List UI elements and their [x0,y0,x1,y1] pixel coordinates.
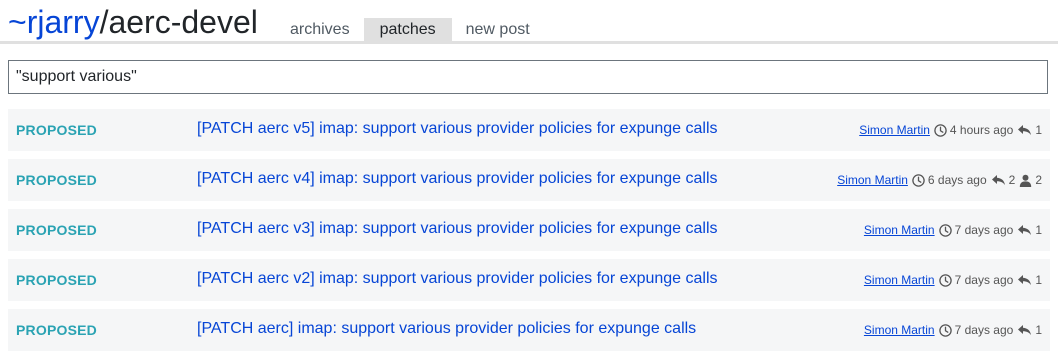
timestamp: 6 days ago [927,173,987,187]
author-link[interactable]: Simon Martin [864,223,935,237]
patch-subject-link[interactable]: [PATCH aerc v2] imap: support various pr… [197,259,718,299]
author-link[interactable]: Simon Martin [864,323,935,337]
clock-icon [912,173,925,187]
nav-tabs: archives patches new post [276,18,544,42]
clock-icon [934,123,947,137]
reply-icon [1017,274,1032,286]
author-link[interactable]: Simon Martin [837,173,908,187]
status-badge: PROPOSED [16,222,97,238]
patch-row: PROPOSED [PATCH aerc v2] imap: support va… [8,259,1050,301]
search-input[interactable] [8,60,1048,94]
status-badge: PROPOSED [16,322,97,338]
timestamp: 7 days ago [954,273,1014,287]
reply-count: 1 [1035,123,1042,137]
author-link[interactable]: Simon Martin [859,123,930,137]
list-name: aerc-devel [108,4,258,40]
user-icon [1019,174,1032,187]
status-badge: PROPOSED [16,122,97,138]
timestamp: 7 days ago [954,223,1014,237]
patch-subject-link[interactable]: [PATCH aerc v5] imap: support various pr… [197,109,718,149]
patch-list: PROPOSED [PATCH aerc v5] imap: support va… [8,109,1050,359]
patch-subject-link[interactable]: [PATCH aerc] imap: support various provi… [197,309,696,349]
reply-icon [991,174,1006,186]
patch-subject-link[interactable]: [PATCH aerc v4] imap: support various pr… [197,159,718,199]
patch-meta: Simon Martin 4 hours ago 1 [859,109,1042,151]
reply-count: 1 [1035,273,1042,287]
reply-icon [1017,224,1032,236]
reply-icon [1017,124,1032,136]
patch-subject-link[interactable]: [PATCH aerc v3] imap: support various pr… [197,209,718,249]
patch-meta: Simon Martin 7 days ago 1 [864,309,1042,351]
patch-meta: Simon Martin 6 days ago 2 2 [837,159,1042,201]
clock-icon [938,323,952,337]
patch-meta: Simon Martin 7 days ago 1 [864,209,1042,251]
author-link[interactable]: Simon Martin [864,273,935,287]
page-title: ~rjarry/aerc-devel [8,2,258,42]
patch-row: PROPOSED [PATCH aerc v4] imap: support va… [8,159,1050,201]
reply-count: 2 [1008,173,1016,187]
patch-row: PROPOSED [PATCH aerc v3] imap: support va… [8,209,1050,251]
status-badge: PROPOSED [16,272,97,288]
participant-count: 2 [1035,173,1042,187]
header-divider [0,41,1058,44]
tab-patches[interactable]: patches [363,18,452,42]
patch-row: PROPOSED [PATCH aerc v5] imap: support va… [8,109,1050,151]
reply-count: 1 [1035,223,1042,237]
clock-icon [938,273,952,287]
status-badge: PROPOSED [16,172,97,188]
tab-new-post[interactable]: new post [452,18,544,42]
timestamp: 4 hours ago [949,123,1014,137]
page-header: ~rjarry/aerc-devel archives patches new … [0,0,1058,44]
reply-icon [1017,324,1032,336]
clock-icon [938,223,952,237]
timestamp: 7 days ago [954,323,1014,337]
reply-count: 1 [1035,323,1042,337]
owner-link[interactable]: ~rjarry [8,4,100,40]
patch-meta: Simon Martin 7 days ago 1 [864,259,1042,301]
tab-archives[interactable]: archives [276,18,364,42]
patch-row: PROPOSED [PATCH aerc] imap: support vario… [8,309,1050,351]
